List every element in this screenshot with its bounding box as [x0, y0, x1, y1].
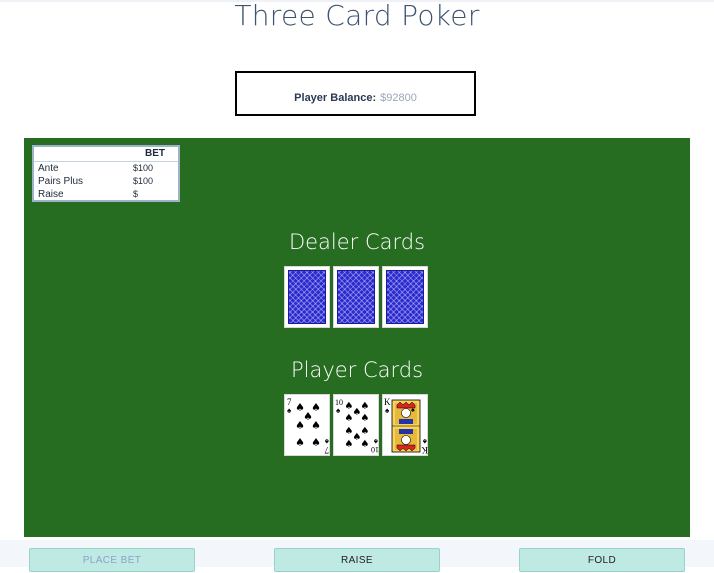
player-card-10-spades: 10 ♠ ♠ ♠ ♠ ♠ ♠ ♠ ♠ ♠ ♠ ♠ 10 ♠ [333, 394, 379, 456]
svg-text:♠: ♠ [361, 439, 370, 450]
bet-row-raise: Raise $ [34, 188, 178, 201]
player-card-7-spades: 7 ♠ ♠ ♠ ♠ ♠ ♠ ♠ ♠ 7 ♠ [284, 394, 330, 456]
svg-text:♠: ♠ [311, 436, 321, 449]
player-card-k-spades: K ♠ ♠ K ♠ [382, 394, 428, 456]
dealer-card-back [284, 266, 330, 328]
svg-text:♠: ♠ [411, 407, 415, 414]
bet-row-ante: Ante $100 [34, 162, 178, 175]
bet-row-label: Ante [38, 163, 59, 174]
bet-column-header: BET [145, 148, 165, 159]
raise-button[interactable]: RAISE [274, 548, 440, 572]
dealer-cards-title: Dealer Cards [288, 230, 426, 254]
svg-text:♠: ♠ [287, 406, 292, 415]
page-title: Three Card Poker [234, 0, 480, 32]
fold-button[interactable]: FOLD [519, 548, 685, 572]
svg-text:♠: ♠ [336, 406, 341, 415]
svg-text:♠: ♠ [295, 436, 305, 449]
svg-text:♠: ♠ [422, 437, 427, 446]
bet-row-pairs-plus: Pairs Plus $100 [34, 175, 178, 188]
svg-text:♠: ♠ [361, 413, 370, 424]
svg-text:♠: ♠ [373, 437, 378, 446]
seven-of-spades-icon: 7 ♠ ♠ ♠ ♠ ♠ ♠ ♠ ♠ 7 ♠ [287, 397, 329, 455]
dealer-hand [284, 266, 430, 328]
bet-row-value: $ [133, 189, 139, 199]
balance-value: $92800 [380, 91, 417, 104]
svg-text:♠: ♠ [361, 401, 370, 412]
bet-row-label: Pairs Plus [38, 176, 84, 187]
svg-text:♠: ♠ [385, 406, 390, 415]
player-cards-title: Player Cards [290, 358, 424, 382]
bet-row-value: $100 [133, 176, 154, 186]
dealer-card-back [382, 266, 428, 328]
place-bet-button[interactable]: PLACE BET [29, 548, 195, 572]
svg-text:♠: ♠ [324, 437, 329, 446]
svg-text:♠: ♠ [361, 426, 370, 437]
bet-row-label: Raise [38, 189, 64, 200]
player-hand: 7 ♠ ♠ ♠ ♠ ♠ ♠ ♠ ♠ 7 ♠ 10 ♠ ♠ ♠ ♠ ♠ ♠ ♠ ♠… [284, 394, 430, 456]
bet-row-value: $100 [133, 163, 154, 173]
svg-text:♠: ♠ [295, 419, 305, 432]
svg-text:♠: ♠ [311, 419, 321, 432]
balance-box: Player Balance: $92800 [235, 71, 476, 116]
poker-table: BET Ante $100 Pairs Plus $100 Raise $ De… [24, 138, 690, 537]
ten-of-spades-icon: 10 ♠ ♠ ♠ ♠ ♠ ♠ ♠ ♠ ♠ ♠ ♠ 10 ♠ [335, 398, 379, 454]
svg-text:♠: ♠ [345, 439, 354, 450]
dealer-card-back [333, 266, 379, 328]
balance-label: Player Balance: [294, 91, 377, 104]
bet-table-header: BET [34, 147, 178, 162]
bet-table: BET Ante $100 Pairs Plus $100 Raise $ [32, 145, 180, 202]
svg-text:♠: ♠ [345, 413, 354, 424]
king-of-spades-icon: K ♠ ♠ K ♠ [384, 397, 428, 455]
